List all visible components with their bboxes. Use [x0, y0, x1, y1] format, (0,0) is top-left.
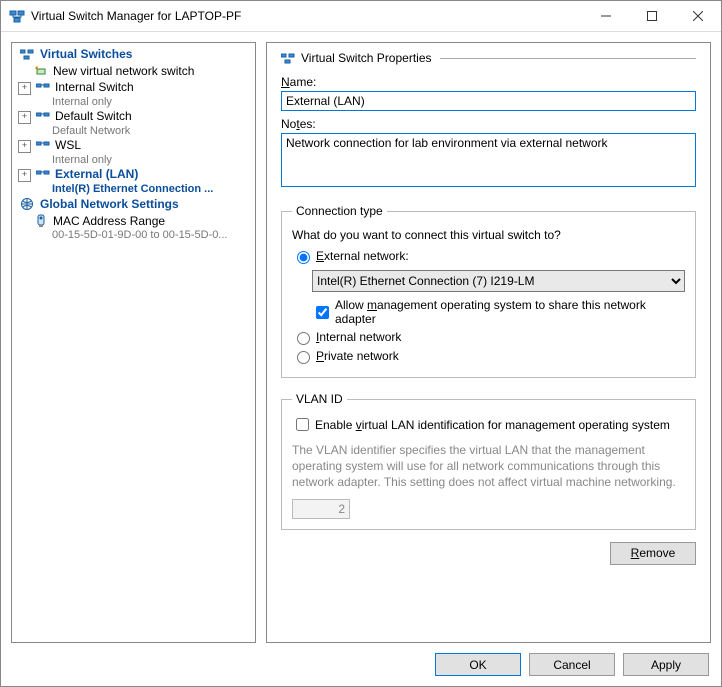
expand-icon[interactable]: +	[18, 111, 31, 124]
radio-internal[interactable]: Internal network	[292, 329, 685, 345]
remove-button[interactable]: Remove	[610, 542, 696, 565]
expand-icon[interactable]: +	[18, 82, 31, 95]
tree-header-virtual-switches[interactable]: Virtual Switches	[12, 45, 255, 63]
radio-label: Internal network	[316, 330, 401, 344]
dialog-footer: OK Cancel Apply	[1, 643, 721, 686]
tree-item-mac-range[interactable]: MAC Address Range	[12, 213, 255, 229]
close-button[interactable]	[675, 1, 721, 31]
switch-icon	[35, 138, 51, 152]
tree-new-switch[interactable]: New virtual network switch	[12, 63, 255, 79]
radio-internal-input[interactable]	[297, 332, 310, 345]
window: Virtual Switch Manager for LAPTOP-PF Vir…	[0, 0, 722, 687]
tree-item-label: Internal Switch	[55, 80, 134, 94]
tree-item-internal-switch[interactable]: + Internal Switch	[12, 79, 255, 96]
tree-header-global-settings[interactable]: Global Network Settings	[12, 195, 255, 213]
allow-mgmt-checkbox[interactable]	[316, 306, 329, 319]
switch-icon	[35, 80, 51, 94]
radio-private-input[interactable]	[297, 351, 310, 364]
tree-item-wsl[interactable]: + WSL	[12, 137, 255, 154]
new-switch-icon	[33, 64, 49, 78]
apply-button[interactable]: Apply	[623, 653, 709, 676]
tree-header-label: Virtual Switches	[40, 47, 132, 61]
switch-icon	[35, 109, 51, 123]
radio-external[interactable]: External network:	[292, 248, 685, 264]
notes-input[interactable]: Network connection for lab environment v…	[281, 133, 696, 187]
adapter-select[interactable]: Intel(R) Ethernet Connection (7) I219-LM	[312, 270, 685, 292]
maximize-button[interactable]	[629, 1, 675, 31]
expand-icon[interactable]: +	[18, 169, 31, 182]
mac-icon	[33, 214, 49, 228]
tree-item-sub: Internal only	[12, 154, 255, 166]
checkbox-label: Enable virtual LAN identification for ma…	[315, 418, 670, 432]
radio-label: External network:	[316, 249, 409, 263]
tree-item-label: MAC Address Range	[53, 214, 165, 228]
allow-mgmt-row[interactable]: Allow management operating system to sha…	[312, 298, 685, 326]
properties-header-label: Virtual Switch Properties	[301, 51, 432, 65]
radio-external-input[interactable]	[297, 251, 310, 264]
vlan-id-input	[292, 499, 350, 519]
tree-item-label: WSL	[55, 138, 81, 152]
tree-item-sub: Default Network	[12, 125, 255, 137]
titlebar: Virtual Switch Manager for LAPTOP-PF	[1, 1, 721, 32]
tree-item-default-switch[interactable]: + Default Switch	[12, 108, 255, 125]
connection-type-group: Connection type What do you want to conn…	[281, 204, 696, 378]
switch-icon	[35, 167, 51, 181]
checkbox-label: Allow management operating system to sha…	[335, 298, 685, 326]
app-icon	[9, 8, 25, 24]
minimize-button[interactable]	[583, 1, 629, 31]
name-label: Name:	[281, 75, 696, 89]
tree-item-sub: Intel(R) Ethernet Connection ...	[12, 183, 255, 195]
expand-icon[interactable]: +	[18, 140, 31, 153]
properties-header: Virtual Switch Properties	[281, 51, 696, 65]
cancel-button[interactable]: Cancel	[529, 653, 615, 676]
tree-item-sub: 00-15-5D-01-9D-00 to 00-15-5D-0...	[12, 229, 255, 241]
radio-label: Private network	[316, 349, 399, 363]
tree-item-label: New virtual network switch	[53, 64, 194, 78]
vlan-legend: VLAN ID	[292, 392, 347, 406]
tree-item-label: Default Switch	[55, 109, 132, 123]
vlan-description: The VLAN identifier specifies the virtua…	[292, 442, 685, 491]
tree-item-external-lan[interactable]: + External (LAN)	[12, 166, 255, 183]
name-input[interactable]	[281, 91, 696, 111]
window-title: Virtual Switch Manager for LAPTOP-PF	[31, 9, 241, 23]
ok-button[interactable]: OK	[435, 653, 521, 676]
vlan-enable-checkbox[interactable]	[296, 418, 309, 431]
notes-label: Notes:	[281, 117, 696, 131]
properties-pane: Virtual Switch Properties Name: Notes: N…	[266, 42, 711, 643]
tree-header-label: Global Network Settings	[40, 197, 179, 211]
connection-question: What do you want to connect this virtual…	[292, 228, 685, 242]
vlan-group: VLAN ID Enable virtual LAN identificatio…	[281, 392, 696, 530]
tree-item-label: External (LAN)	[55, 167, 138, 181]
connection-type-legend: Connection type	[292, 204, 387, 218]
vlan-enable-row[interactable]: Enable virtual LAN identification for ma…	[292, 415, 685, 434]
tree-item-sub: Internal only	[12, 96, 255, 108]
switch-tree[interactable]: Virtual Switches New virtual network swi…	[11, 42, 256, 643]
radio-private[interactable]: Private network	[292, 348, 685, 364]
